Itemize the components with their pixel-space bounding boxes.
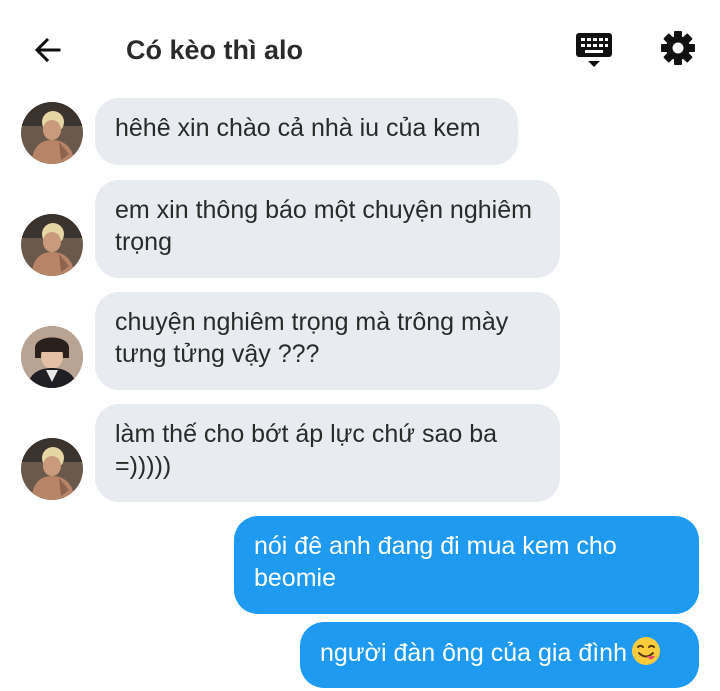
avatar[interactable] [21,438,83,500]
message-row: người đàn ông của gia đình [0,622,720,688]
message-row: làm thế cho bớt áp lực chứ sao ba =))))) [0,404,720,504]
message-bubble-outgoing[interactable]: nói đê anh đang đi mua kem cho beomie [234,516,699,614]
message-bubble-outgoing[interactable]: người đàn ông của gia đình [300,622,699,688]
message-text: người đàn ông của gia đình [320,639,627,667]
message-bubble-incoming[interactable]: em xin thông báo một chuyện nghiêm trọng [95,180,560,278]
avatar[interactable] [21,102,83,164]
chat-header: Có kèo thì alo [0,0,720,96]
chat-title: Có kèo thì alo [126,35,304,65]
keyboard-icon [576,33,612,67]
message-bubble-incoming[interactable]: hêhê xin chào cả nhà iu của kem [95,98,518,165]
yum-face-emoji [631,637,660,665]
back-button[interactable] [28,30,68,70]
avatar[interactable] [21,326,83,388]
back-arrow-icon [34,37,61,63]
settings-button[interactable] [658,28,698,68]
message-row: nói đê anh đang đi mua kem cho beomie [0,516,720,616]
gear-icon [661,31,695,65]
message-row: em xin thông báo một chuyện nghiêm trọng [0,180,720,280]
avatar[interactable] [21,214,83,276]
message-bubble-incoming[interactable]: làm thế cho bớt áp lực chứ sao ba =))))) [95,404,560,502]
keyboard-button[interactable] [574,30,614,70]
message-bubble-incoming[interactable]: chuyện nghiêm trọng mà trông mày tưng tử… [95,292,560,390]
message-row: chuyện nghiêm trọng mà trông mày tưng tử… [0,292,720,392]
message-row: hêhê xin chào cả nhà iu của kem [0,98,720,168]
